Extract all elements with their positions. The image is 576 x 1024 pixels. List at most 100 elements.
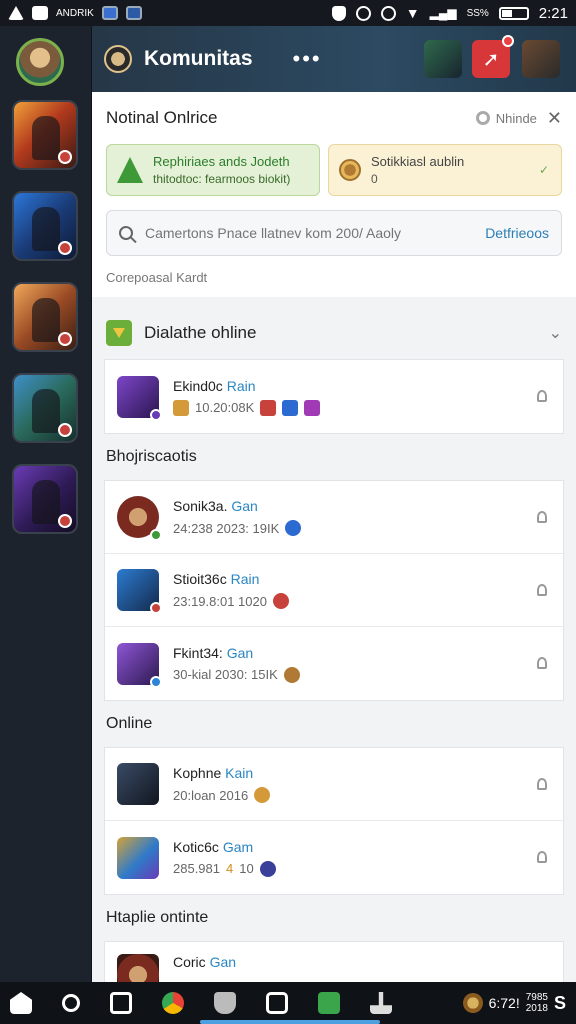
- taskbar-end-label[interactable]: S: [554, 993, 566, 1014]
- chevron-down-icon[interactable]: ⌄: [549, 323, 562, 343]
- section-label: Dialathe ohline: [144, 323, 257, 342]
- user-list-4: Coric Gan: [104, 941, 564, 982]
- rocket-button[interactable]: ➚: [472, 35, 514, 78]
- coin-icon: [339, 159, 361, 181]
- more-options-button[interactable]: •••: [293, 46, 322, 72]
- signal-text: SS%: [466, 7, 489, 19]
- crop-icon[interactable]: [110, 992, 132, 1014]
- taskbar-clock: 6:72!: [488, 995, 520, 1011]
- game-icon: [259, 860, 276, 877]
- notice-title: Notinal Onlrice: [106, 108, 218, 127]
- game-avatar: [117, 836, 159, 879]
- community-logo-icon: [104, 45, 132, 73]
- item-name: Ekind0c Rain: [173, 377, 256, 394]
- home-icon[interactable]: [10, 992, 32, 1014]
- notification-dot: [502, 35, 514, 47]
- card-line1: Rephiriaes ands Jodeth: [153, 154, 290, 169]
- list-item[interactable]: Stioit36c Rain 23:19.8:01 1020: [105, 554, 563, 627]
- taskbar: 6:72! 7985 2018 S: [0, 982, 576, 1024]
- list-item[interactable]: Ekind0c Rain 10.20:08K: [105, 360, 563, 433]
- game-icon: [304, 399, 321, 416]
- game-icon: [285, 520, 302, 536]
- game-icon: [254, 787, 271, 803]
- game-icon: [283, 666, 300, 683]
- status-bar: ANDRIK ▼ ▂▄▆ SS% 2:21: [0, 0, 576, 26]
- user-action-icon[interactable]: [537, 778, 547, 790]
- search-icon[interactable]: [62, 994, 80, 1012]
- item-name: Coric Gan: [173, 954, 237, 970]
- browser-icon[interactable]: [162, 992, 184, 1014]
- badge-icon: [150, 408, 162, 421]
- list-item[interactable]: Fkint34: Gan 30-kial 2030: 15IK: [105, 627, 563, 700]
- notice-card-green[interactable]: Rephiriaes ands Jodeth thitodtoc: fearmo…: [106, 144, 320, 196]
- user-list-2: Sonik3a. Gan 24:238 2023: 19IK Stioit36c…: [104, 480, 564, 701]
- check-icon: ✓: [538, 163, 549, 177]
- user-action-icon[interactable]: [537, 511, 547, 523]
- shield-icon: [106, 320, 132, 346]
- list-item[interactable]: Kotic6c Gam 285.981 4 10: [105, 821, 563, 894]
- home-indicator: [200, 1020, 380, 1024]
- app-notification-icon: [125, 6, 142, 20]
- notice-section: Notinal Onlrice Nhinde ✕ Rephiriaes ands…: [92, 92, 576, 297]
- game-sidebar: [0, 26, 92, 982]
- list-item[interactable]: Kophne Kain 20:loan 2016: [105, 748, 563, 821]
- item-name: Kophne Kain: [173, 765, 254, 781]
- page-title: Komunitas: [144, 47, 253, 70]
- search-icon: [119, 226, 133, 240]
- sidebar-game-1[interactable]: [12, 100, 78, 170]
- alert-icon: [8, 6, 24, 20]
- app-header: Komunitas ••• ➚: [92, 26, 576, 92]
- badge-icon: [150, 529, 162, 541]
- list-item[interactable]: Sonik3a. Gan 24:238 2023: 19IK: [105, 481, 563, 554]
- item-name: Stioit36c Rain: [173, 571, 260, 587]
- search-input[interactable]: [145, 225, 475, 241]
- user-action-icon[interactable]: [537, 657, 547, 669]
- list-item[interactable]: Coric Gan: [105, 942, 563, 982]
- game-icon: [173, 399, 189, 416]
- alarm-icon: [380, 5, 396, 21]
- game-avatar: [117, 642, 162, 688]
- user-action-icon[interactable]: [537, 584, 547, 596]
- app-icon: [32, 6, 48, 20]
- sidebar-game-5[interactable]: [12, 464, 78, 534]
- item-name: Sonik3a. Gan: [173, 498, 258, 514]
- game-avatar: [117, 496, 162, 541]
- section-header: Bhojriscaotis: [106, 448, 197, 465]
- sidebar-game-4[interactable]: [12, 373, 78, 443]
- profile-avatar-button[interactable]: [424, 40, 462, 78]
- taskbar-date: 7985 2018: [525, 992, 548, 1014]
- badge-icon: [150, 675, 162, 688]
- user-action-icon[interactable]: [537, 851, 547, 863]
- coin-icon: [462, 993, 483, 1013]
- notice-right-label[interactable]: Nhinde: [496, 111, 537, 126]
- game-badge-icon: [58, 150, 72, 164]
- shield-icon[interactable]: [214, 992, 236, 1014]
- section-header-main[interactable]: Dialathe ohline ⌄: [92, 307, 576, 359]
- search-link[interactable]: Detfrieoos: [485, 225, 549, 241]
- user-action-icon[interactable]: [537, 390, 547, 402]
- notice-card-yellow[interactable]: Sotikkiasl aublin 0 ✓: [328, 144, 562, 196]
- item-name: Kotic6c Gam: [173, 838, 254, 855]
- sidebar-game-2[interactable]: [12, 191, 78, 261]
- user-avatar[interactable]: [16, 38, 64, 86]
- game-avatar: [117, 763, 159, 805]
- search-bar: Detfrieoos: [106, 210, 562, 256]
- sidebar-game-3[interactable]: [12, 282, 78, 352]
- alarm-icon: [355, 5, 371, 21]
- game-badge-icon: [58, 514, 72, 528]
- badge-icon: [150, 602, 162, 614]
- game-badge-icon: [58, 423, 72, 437]
- close-icon[interactable]: ✕: [547, 108, 562, 129]
- camera-icon[interactable]: [266, 992, 288, 1014]
- section-header: Htaplie ontinte: [106, 909, 209, 926]
- notice-footer: Corepoasal Kardt: [106, 270, 208, 285]
- game-icon: [282, 399, 299, 416]
- item-name: Fkint34: Gan: [173, 644, 254, 661]
- status-ring-icon: [475, 111, 490, 125]
- chat-app-icon[interactable]: [318, 992, 340, 1014]
- signal-icon: ▂▄▆: [429, 6, 457, 20]
- character-avatar-button[interactable]: [522, 40, 560, 78]
- card-line2: thitodtoc: fearmoos biokit): [153, 172, 291, 186]
- user-list-3: Kophne Kain 20:loan 2016 Kotic6c Gam 285…: [104, 747, 564, 895]
- tool-icon[interactable]: [370, 992, 392, 1014]
